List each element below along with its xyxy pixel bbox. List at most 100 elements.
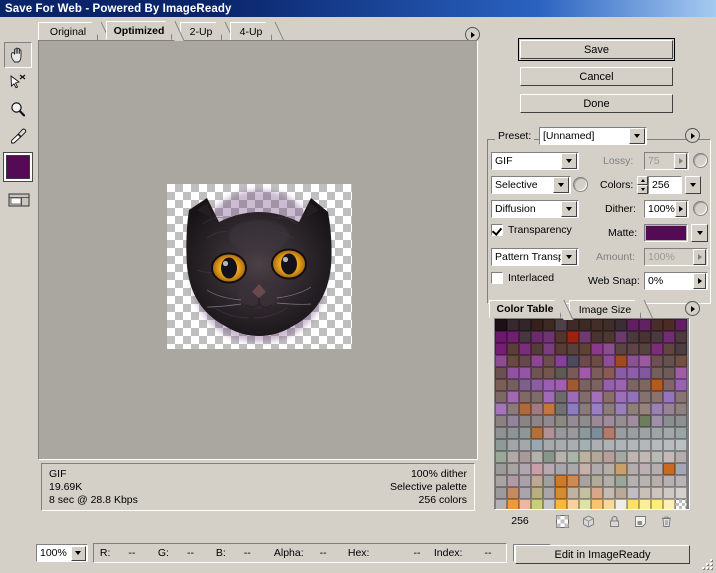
color-swatch[interactable] — [555, 367, 567, 379]
color-swatch[interactable] — [663, 367, 675, 379]
color-swatch[interactable] — [651, 331, 663, 343]
color-swatch[interactable] — [603, 415, 615, 427]
color-swatch[interactable] — [567, 487, 579, 499]
color-swatch[interactable] — [531, 427, 543, 439]
color-swatch[interactable] — [651, 319, 663, 331]
color-swatch[interactable] — [531, 379, 543, 391]
color-swatch[interactable] — [567, 379, 579, 391]
color-swatch[interactable] — [627, 367, 639, 379]
tab-original[interactable]: Original — [38, 22, 111, 41]
edit-in-imageready-button[interactable]: Edit in ImageReady — [515, 545, 690, 564]
interlaced-checkbox-row[interactable]: Interlaced — [491, 272, 554, 284]
color-swatch[interactable] — [495, 331, 507, 343]
lossy-popup-button[interactable] — [674, 153, 687, 169]
color-swatch[interactable] — [675, 415, 687, 427]
color-swatch[interactable] — [639, 319, 651, 331]
color-swatch[interactable] — [675, 355, 687, 367]
transparency-dither-dropdown-button[interactable] — [561, 249, 577, 265]
color-swatch[interactable] — [495, 319, 507, 331]
color-swatch[interactable] — [675, 439, 687, 451]
file-format-dropdown-button[interactable] — [561, 153, 577, 169]
color-swatch[interactable] — [507, 379, 519, 391]
color-swatch[interactable] — [639, 439, 651, 451]
color-swatch[interactable] — [615, 499, 627, 509]
color-swatch[interactable] — [531, 451, 543, 463]
color-swatch[interactable] — [603, 379, 615, 391]
tab-2up[interactable]: 2-Up — [180, 22, 235, 41]
colors-stepper-up[interactable] — [637, 176, 648, 185]
color-swatch[interactable] — [675, 379, 687, 391]
color-swatch[interactable] — [507, 367, 519, 379]
color-swatch[interactable] — [519, 439, 531, 451]
color-swatch[interactable] — [579, 415, 591, 427]
dither-popup-button[interactable] — [674, 201, 687, 217]
color-swatch[interactable] — [543, 331, 555, 343]
color-swatch[interactable] — [531, 403, 543, 415]
color-swatch[interactable] — [675, 367, 687, 379]
color-swatch[interactable] — [531, 463, 543, 475]
color-swatch[interactable] — [507, 439, 519, 451]
color-swatch[interactable] — [495, 367, 507, 379]
color-swatch[interactable] — [651, 391, 663, 403]
color-swatch[interactable] — [603, 367, 615, 379]
color-swatch[interactable] — [651, 367, 663, 379]
color-swatch[interactable] — [519, 367, 531, 379]
color-swatch[interactable] — [543, 391, 555, 403]
color-swatch[interactable] — [579, 499, 591, 509]
transparency-dither-dropdown[interactable]: Pattern Transp.. — [491, 248, 579, 266]
color-swatch[interactable] — [639, 331, 651, 343]
color-swatch[interactable] — [639, 451, 651, 463]
color-swatch[interactable] — [615, 331, 627, 343]
transparency-checkbox[interactable] — [491, 224, 503, 236]
color-swatch[interactable] — [579, 451, 591, 463]
color-swatch[interactable] — [543, 355, 555, 367]
color-swatch[interactable] — [675, 403, 687, 415]
color-swatch[interactable] — [543, 463, 555, 475]
color-table-menu-button[interactable] — [685, 301, 700, 316]
color-swatch[interactable] — [579, 319, 591, 331]
color-swatch[interactable] — [531, 415, 543, 427]
color-swatch[interactable] — [639, 343, 651, 355]
color-swatch[interactable] — [555, 343, 567, 355]
color-swatch[interactable] — [543, 451, 555, 463]
color-swatch[interactable] — [567, 391, 579, 403]
color-swatch[interactable] — [615, 391, 627, 403]
map-to-transparent-button[interactable] — [554, 514, 571, 529]
web-snap-field[interactable]: 0% — [644, 272, 708, 290]
color-swatch[interactable] — [627, 475, 639, 487]
color-swatch[interactable] — [663, 319, 675, 331]
color-swatch[interactable] — [567, 463, 579, 475]
color-swatch[interactable] — [555, 355, 567, 367]
color-swatch[interactable] — [615, 463, 627, 475]
color-swatch[interactable] — [639, 499, 651, 509]
color-swatch[interactable] — [591, 355, 603, 367]
color-swatch[interactable] — [663, 415, 675, 427]
color-swatch[interactable] — [519, 451, 531, 463]
hand-tool[interactable] — [4, 42, 32, 68]
color-swatch[interactable] — [495, 379, 507, 391]
color-swatch[interactable] — [519, 403, 531, 415]
color-swatch[interactable] — [663, 499, 675, 509]
color-swatch[interactable] — [531, 367, 543, 379]
color-swatch[interactable] — [639, 391, 651, 403]
color-swatch[interactable] — [519, 487, 531, 499]
tab-image-size[interactable]: Image Size — [569, 300, 654, 319]
color-swatch[interactable] — [555, 319, 567, 331]
color-swatch[interactable] — [519, 391, 531, 403]
color-swatch[interactable] — [627, 427, 639, 439]
color-swatch[interactable] — [615, 319, 627, 331]
color-swatch[interactable] — [603, 355, 615, 367]
colors-stepper[interactable] — [637, 176, 648, 194]
color-swatch[interactable] — [507, 319, 519, 331]
color-swatch[interactable] — [675, 427, 687, 439]
eyedropper-color-swatch[interactable] — [3, 152, 33, 182]
color-swatch[interactable] — [519, 319, 531, 331]
color-swatch[interactable] — [579, 439, 591, 451]
image-canvas[interactable] — [42, 44, 474, 456]
color-table-grid[interactable] — [494, 318, 690, 510]
color-swatch[interactable] — [675, 451, 687, 463]
color-swatch[interactable] — [519, 331, 531, 343]
zoom-tool[interactable] — [4, 96, 32, 122]
color-swatch[interactable] — [651, 463, 663, 475]
color-swatch[interactable] — [567, 499, 579, 509]
